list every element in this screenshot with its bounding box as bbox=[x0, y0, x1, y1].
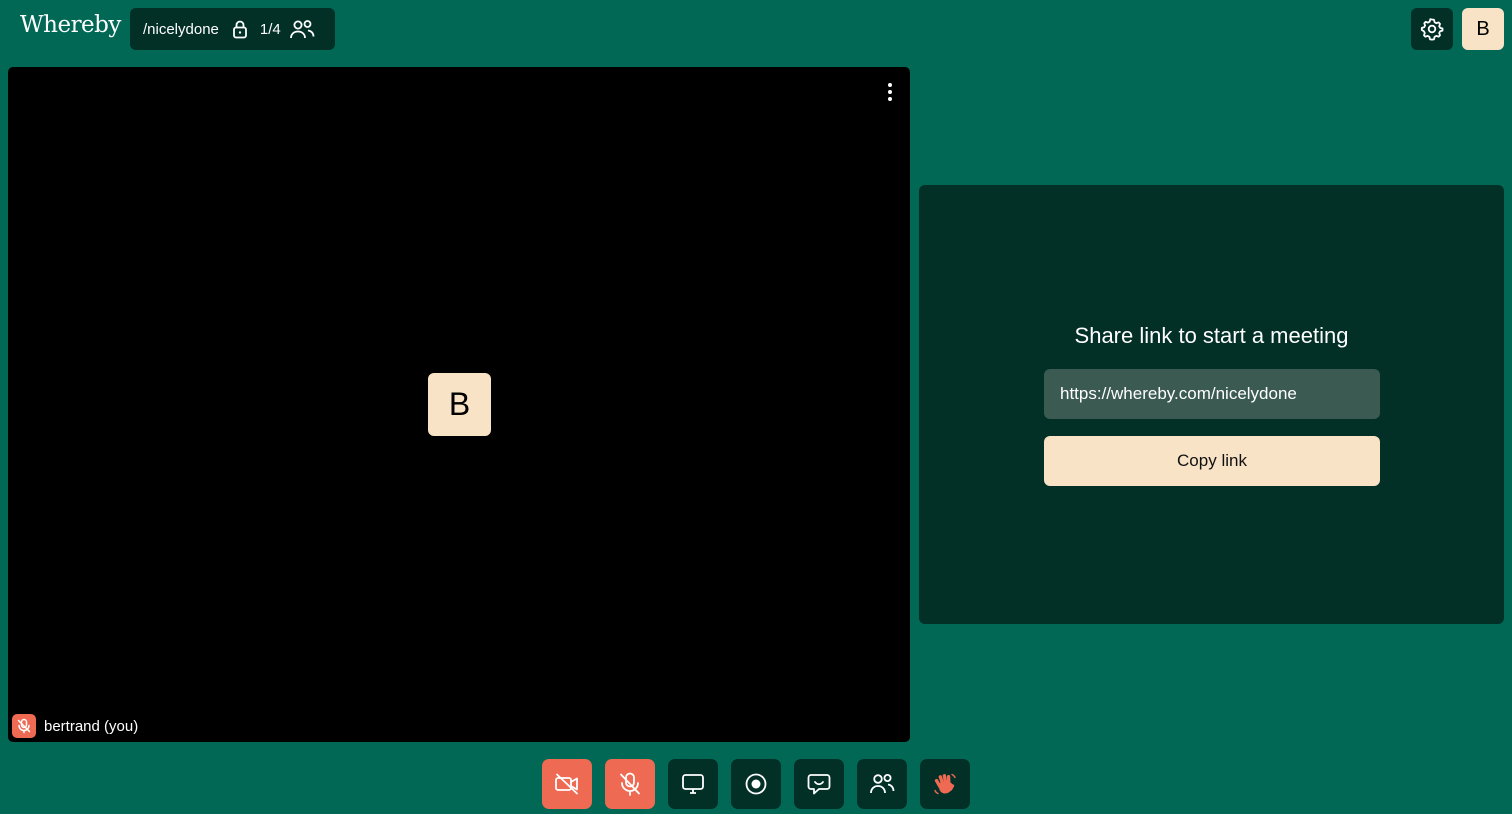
room-info-button[interactable]: /nicelydone 1/4 bbox=[130, 8, 335, 50]
record-icon bbox=[745, 773, 767, 795]
participant-count: 1/4 bbox=[259, 20, 281, 38]
room-name: /nicelydone bbox=[143, 20, 219, 38]
mic-muted-icon bbox=[12, 714, 36, 738]
more-vertical-icon bbox=[888, 83, 892, 101]
people-button[interactable] bbox=[857, 759, 907, 809]
camera-toggle-button[interactable] bbox=[542, 759, 592, 809]
participant-name-tag: bertrand (you) bbox=[12, 714, 138, 738]
user-avatar[interactable]: B bbox=[1462, 8, 1504, 50]
share-title: Share link to start a meeting bbox=[1074, 323, 1349, 348]
participant-name: bertrand (you) bbox=[44, 717, 139, 735]
mic-off-icon bbox=[620, 772, 640, 796]
lock-icon bbox=[230, 19, 250, 39]
self-video-tile: B bertrand (you) bbox=[8, 67, 910, 742]
settings-button[interactable] bbox=[1411, 8, 1453, 50]
tile-more-menu[interactable] bbox=[882, 82, 898, 102]
mic-toggle-button[interactable] bbox=[605, 759, 655, 809]
people-icon bbox=[289, 18, 315, 40]
share-link-panel: Share link to start a meeting Copy link bbox=[919, 185, 1504, 624]
whereby-logo[interactable]: Whereby bbox=[20, 12, 121, 38]
wave-hand-icon bbox=[934, 773, 956, 795]
share-url-field[interactable] bbox=[1044, 369, 1380, 419]
camera-off-icon bbox=[555, 773, 578, 795]
gear-icon bbox=[1420, 17, 1444, 41]
record-button[interactable] bbox=[731, 759, 781, 809]
screen-share-icon bbox=[682, 774, 704, 794]
raise-hand-button[interactable] bbox=[920, 759, 970, 809]
copy-link-button[interactable]: Copy link bbox=[1044, 436, 1380, 486]
people-icon bbox=[870, 774, 895, 794]
call-controls-toolbar bbox=[542, 759, 970, 809]
participant-avatar: B bbox=[428, 373, 491, 436]
chat-button[interactable] bbox=[794, 759, 844, 809]
chat-icon bbox=[807, 774, 831, 795]
screen-share-button[interactable] bbox=[668, 759, 718, 809]
